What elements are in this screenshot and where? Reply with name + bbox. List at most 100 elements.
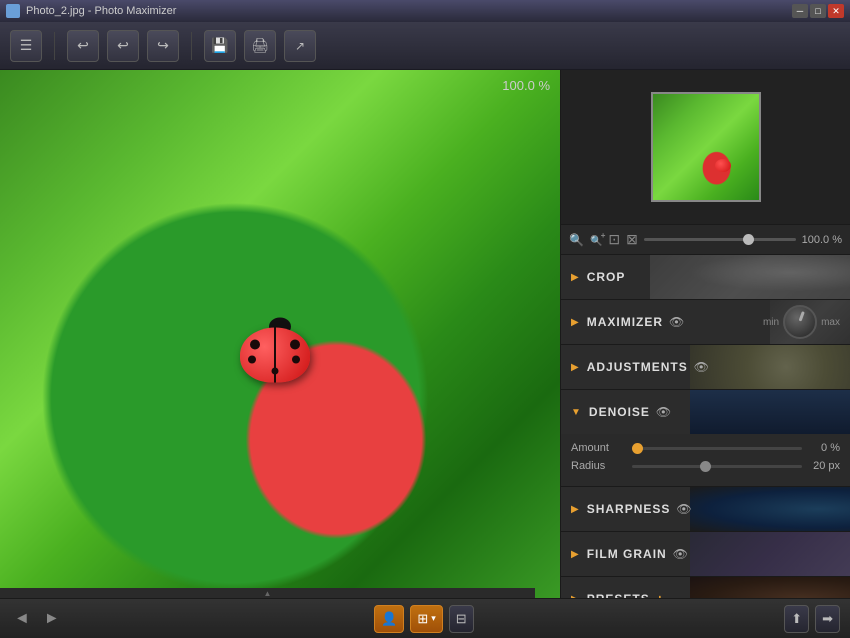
window-controls: ─ □ ✕ bbox=[792, 4, 844, 18]
save-button[interactable]: 💾 bbox=[204, 30, 236, 62]
radius-slider[interactable] bbox=[632, 465, 802, 468]
section-sharpness: ▶ SHARPNESS 👁 bbox=[561, 487, 850, 532]
thumbnail-preview bbox=[651, 92, 761, 202]
app-icon bbox=[6, 4, 20, 18]
amount-slider-thumb[interactable] bbox=[632, 443, 643, 454]
section-maximizer: ▶ MAXIMIZER 👁 min max bbox=[561, 300, 850, 345]
ladybug-dot-2 bbox=[248, 356, 256, 364]
presets-plus-icon[interactable]: + bbox=[656, 591, 664, 598]
denoise-title: DENOISE bbox=[589, 405, 650, 419]
actual-size-icon[interactable]: ⊠ bbox=[626, 231, 638, 248]
section-film-grain-header[interactable]: ▶ FILM GRAIN 👁 bbox=[561, 532, 850, 576]
next-arrow[interactable]: ► bbox=[40, 606, 64, 632]
toolbar-separator-1 bbox=[54, 32, 55, 60]
film-grain-eye-icon[interactable]: 👁 bbox=[673, 547, 688, 561]
exit-button[interactable]: ➡ bbox=[815, 605, 840, 633]
max-label: max bbox=[821, 317, 840, 328]
sharp-section-bg bbox=[690, 487, 850, 531]
zoom-slider[interactable] bbox=[644, 238, 796, 241]
radius-slider-thumb[interactable] bbox=[700, 461, 711, 472]
thumbnail-ladybug bbox=[715, 159, 731, 172]
ladybug-dot-1 bbox=[250, 340, 260, 350]
amount-value: 0 % bbox=[808, 442, 840, 454]
titlebar: Photo_2.jpg - Photo Maximizer ─ □ ✕ bbox=[0, 0, 850, 22]
person-button[interactable]: 👤 bbox=[374, 605, 404, 633]
section-film-grain: ▶ FILM GRAIN 👁 bbox=[561, 532, 850, 577]
compare-icon: ⊟ bbox=[456, 611, 467, 627]
maximize-button[interactable]: □ bbox=[810, 4, 826, 18]
ladybug-body bbox=[240, 328, 310, 383]
section-crop-header[interactable]: ▶ CROP bbox=[561, 255, 850, 299]
zoom-in-icon[interactable]: 🔍+ bbox=[590, 233, 602, 247]
film-section-bg bbox=[690, 532, 850, 576]
export-icon: ↗ bbox=[295, 39, 305, 53]
ladybug-dot-3 bbox=[290, 340, 300, 350]
minimize-button[interactable]: ─ bbox=[792, 4, 808, 18]
zoom-out-icon[interactable]: 🔍 bbox=[569, 233, 584, 247]
radius-label: Radius bbox=[571, 460, 626, 472]
denoise-eye-icon[interactable]: 👁 bbox=[656, 405, 671, 419]
presets-arrow: ▶ bbox=[571, 594, 579, 599]
radius-row: Radius 20 px bbox=[571, 460, 840, 472]
print-button[interactable]: 🖨 bbox=[244, 30, 276, 62]
undo-button[interactable]: ↩ bbox=[67, 30, 99, 62]
photo-canvas bbox=[0, 70, 560, 598]
crop-view-button[interactable]: ⊞ ▾ bbox=[410, 605, 442, 633]
denoise-content: Amount 0 % Radius 20 px bbox=[561, 434, 850, 486]
crop-arrow: ▶ bbox=[571, 272, 579, 283]
section-presets-header[interactable]: ▶ PRESETS + bbox=[561, 577, 850, 598]
canvas-zoom-label: 100.0 % bbox=[502, 78, 550, 93]
maximizer-title: MAXIMIZER bbox=[587, 315, 663, 329]
crop-section-bg bbox=[650, 255, 850, 299]
menu-button[interactable]: ☰ bbox=[10, 30, 42, 62]
denoise-section-bg bbox=[690, 390, 850, 434]
radius-value: 20 px bbox=[808, 460, 840, 472]
sharpness-eye-icon[interactable]: 👁 bbox=[676, 502, 691, 516]
zoom-slider-thumb[interactable] bbox=[743, 234, 754, 245]
exit-icon: ➡ bbox=[822, 611, 833, 627]
presets-title: PRESETS bbox=[587, 592, 650, 598]
redo-forward-button[interactable]: ↪ bbox=[147, 30, 179, 62]
menu-icon: ☰ bbox=[20, 37, 33, 54]
ladybug bbox=[240, 328, 320, 393]
print-icon: 🖨 bbox=[251, 37, 269, 54]
section-presets: ▶ PRESETS + bbox=[561, 577, 850, 598]
amount-slider[interactable] bbox=[632, 447, 802, 450]
adjustments-title: ADJUSTMENTS bbox=[587, 360, 688, 374]
zoom-controls: 🔍 🔍+ ⊡ ⊠ 100.0 % bbox=[561, 225, 850, 255]
section-crop: ▶ CROP bbox=[561, 255, 850, 300]
thumbnail-area bbox=[561, 70, 850, 225]
ladybug-dot-4 bbox=[292, 356, 300, 364]
section-adjustments-header[interactable]: ▶ ADJUSTMENTS 👁 bbox=[561, 345, 850, 389]
crop-title: CROP bbox=[587, 270, 626, 284]
maximizer-eye-icon[interactable]: 👁 bbox=[669, 315, 684, 329]
redo-back-button[interactable]: ↩ bbox=[107, 30, 139, 62]
fit-icon[interactable]: ⊡ bbox=[608, 231, 620, 248]
sharpness-arrow: ▶ bbox=[571, 504, 579, 515]
zoom-percent: 100.0 % bbox=[802, 234, 842, 246]
prev-arrow[interactable]: ◄ bbox=[10, 606, 34, 632]
compare-button[interactable]: ⊟ bbox=[449, 605, 474, 633]
titlebar-left: Photo_2.jpg - Photo Maximizer bbox=[6, 4, 176, 18]
window-title: Photo_2.jpg - Photo Maximizer bbox=[26, 5, 176, 17]
section-adjustments: ▶ ADJUSTMENTS 👁 bbox=[561, 345, 850, 390]
redo-forward-icon: ↪ bbox=[157, 37, 169, 54]
maximizer-knob[interactable] bbox=[783, 305, 817, 339]
maximizer-arrow: ▶ bbox=[571, 317, 579, 328]
canvas-area[interactable]: 100.0 % bbox=[0, 70, 560, 598]
crop-view-dropdown-icon: ▾ bbox=[431, 613, 436, 624]
close-button[interactable]: ✕ bbox=[828, 4, 844, 18]
bottom-center-controls: 👤 ⊞ ▾ ⊟ bbox=[374, 605, 474, 633]
section-maximizer-header[interactable]: ▶ MAXIMIZER 👁 min max bbox=[561, 300, 850, 344]
export-button[interactable]: ↗ bbox=[284, 30, 316, 62]
section-sharpness-header[interactable]: ▶ SHARPNESS 👁 bbox=[561, 487, 850, 531]
section-denoise: ▼ DENOISE 👁 Amount 0 % Radius bbox=[561, 390, 850, 487]
panel-sections: ▶ CROP ▶ MAXIMIZER 👁 min max bbox=[561, 255, 850, 598]
crop-view-icon: ⊞ bbox=[417, 611, 428, 627]
film-grain-arrow: ▶ bbox=[571, 549, 579, 560]
bottom-left-controls: ◄ ► bbox=[10, 606, 64, 632]
section-denoise-header[interactable]: ▼ DENOISE 👁 bbox=[561, 390, 850, 434]
adjustments-eye-icon[interactable]: 👁 bbox=[694, 360, 709, 374]
upload-button[interactable]: ⬆ bbox=[784, 605, 809, 633]
sharpness-title: SHARPNESS bbox=[587, 502, 671, 516]
